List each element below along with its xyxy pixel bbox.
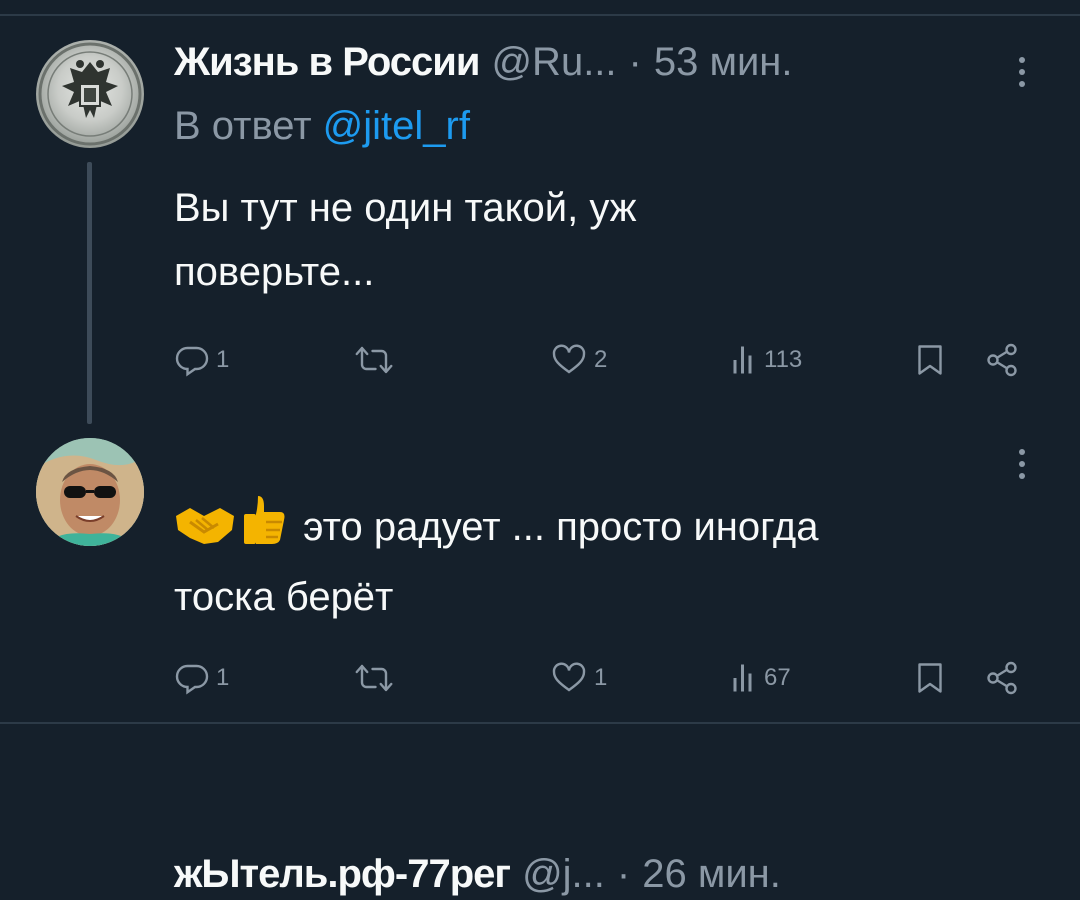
views-icon <box>733 346 752 374</box>
user-handle[interactable]: @j... <box>522 852 605 897</box>
share-icon <box>987 661 1017 695</box>
like-icon <box>552 662 586 692</box>
share-icon <box>987 343 1017 377</box>
action-bar: 1 1 67 <box>174 658 1034 698</box>
reply-count: 1 <box>216 664 230 691</box>
more-icon[interactable] <box>1016 52 1028 92</box>
handshake-emoji <box>174 501 236 565</box>
display-name[interactable]: жЫтель.рф-77рег <box>174 852 511 897</box>
like-count: 1 <box>594 664 608 691</box>
like-count: 2 <box>594 346 608 373</box>
avatar[interactable] <box>36 40 144 148</box>
views-button[interactable]: 113 <box>730 340 802 380</box>
thumbs-up-emoji <box>240 494 288 565</box>
reply-button[interactable]: 1 <box>174 658 229 698</box>
reply-context: В ответ @jitel_rf <box>174 104 470 149</box>
bottom-divider <box>0 722 1080 724</box>
share-button[interactable] <box>984 340 1020 380</box>
tweet-text-line: это радует ... просто иногда <box>303 505 819 549</box>
reply-button[interactable]: 1 <box>174 340 229 380</box>
reply-count: 1 <box>216 346 230 373</box>
bookmark-button[interactable] <box>914 340 946 380</box>
reply-mention-link[interactable]: @jitel_rf <box>323 104 470 148</box>
bookmark-icon <box>918 663 942 693</box>
display-name[interactable]: Жизнь в России <box>174 40 480 85</box>
coat-of-arms-icon <box>38 42 142 146</box>
share-button[interactable] <box>984 658 1020 698</box>
separator-dot: · <box>616 852 631 896</box>
reply-icon <box>175 664 209 695</box>
timestamp[interactable]: 26 мин. <box>642 852 781 897</box>
bookmark-button[interactable] <box>914 658 946 698</box>
action-bar: 1 2 113 <box>174 340 1034 380</box>
retweet-button[interactable] <box>354 658 400 698</box>
tweet[interactable]: Жизнь в России @Ru... · 53 мин. В ответ … <box>0 0 1080 424</box>
views-count: 67 <box>764 664 791 691</box>
like-button[interactable]: 2 <box>550 340 607 380</box>
tweet-text: Вы тут не один такой, уж поверьте... <box>174 176 1054 304</box>
views-button[interactable]: 67 <box>730 658 791 698</box>
separator-dot: · <box>628 40 642 84</box>
views-count: 113 <box>764 346 803 373</box>
tweet-text-line: поверьте... <box>174 250 375 294</box>
views-icon <box>733 664 752 692</box>
reply-prefix: В ответ <box>174 104 312 148</box>
tweet-text-line: тоска берёт <box>174 575 394 619</box>
bookmark-icon <box>918 345 942 375</box>
tweet-header: Жизнь в России @Ru... · 53 мин. <box>174 40 793 88</box>
more-icon[interactable] <box>1016 444 1028 484</box>
reply-icon <box>175 346 209 377</box>
tweet-text: это радует ... просто иногда тоска берёт <box>174 494 1054 629</box>
user-handle[interactable]: @Ru... <box>491 40 616 85</box>
tweet-header: жЫтель.рф-77рег @j... · 26 мин. <box>174 852 781 900</box>
tweet-text-line: Вы тут не один такой, уж <box>174 186 637 230</box>
thread-connector <box>87 162 92 424</box>
retweet-icon <box>355 346 393 374</box>
like-icon <box>552 344 586 374</box>
like-button[interactable]: 1 <box>550 658 607 698</box>
retweet-icon <box>355 664 393 692</box>
timestamp[interactable]: 53 мин. <box>654 40 793 85</box>
retweet-button[interactable] <box>354 340 400 380</box>
